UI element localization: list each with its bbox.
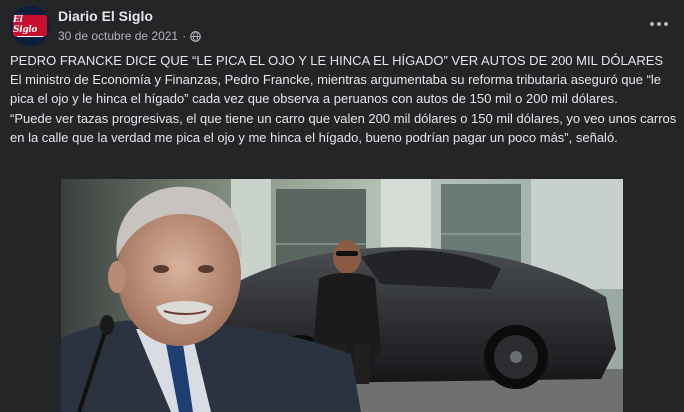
more-options-icon[interactable] (648, 14, 670, 34)
globe-icon[interactable] (190, 30, 201, 42)
page-avatar[interactable]: El Siglo (10, 6, 50, 46)
post-paragraph-1: El ministro de Economía y Finanzas, Pedr… (10, 72, 662, 107)
post-headline: PEDRO FRANCKE DICE QUE “LE PICA EL OJO Y… (10, 53, 664, 68)
page-name-link[interactable]: Diario El Siglo (58, 8, 153, 24)
post-paragraph-2: “Puede ver tazas progresivas, el que tie… (10, 110, 677, 145)
post-date-link[interactable]: 30 de octubre de 2021 (58, 29, 178, 43)
meta-separator: · (182, 29, 187, 43)
post-meta: 30 de octubre de 2021 · (58, 29, 201, 43)
post-header: El Siglo Diario El Siglo 30 de octubre d… (0, 0, 684, 52)
post-body: PEDRO FRANCKE DICE QUE “LE PICA EL OJO Y… (10, 51, 678, 147)
post-photo[interactable] (61, 179, 623, 412)
el-siglo-logo: El Siglo (13, 15, 47, 37)
post-photo-illustration (61, 179, 623, 412)
